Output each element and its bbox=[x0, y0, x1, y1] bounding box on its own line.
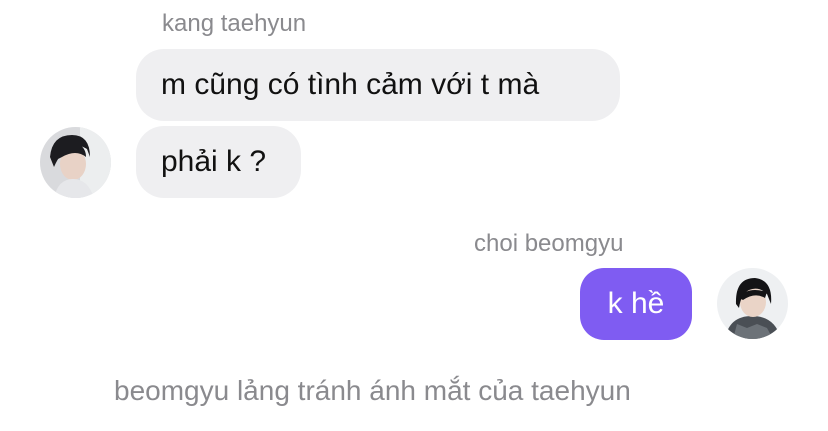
message-bubble-outgoing-1[interactable]: k hề bbox=[580, 268, 692, 340]
message-bubble-incoming-1[interactable]: m cũng có tình cảm với t mà bbox=[136, 49, 620, 121]
sender-name-beomgyu: choi beomgyu bbox=[474, 230, 624, 257]
profile-photo-icon bbox=[40, 127, 111, 198]
sender-name-taehyun: kang taehyun bbox=[162, 10, 307, 37]
message-bubble-incoming-2[interactable]: phải k ? bbox=[136, 126, 301, 198]
profile-photo-icon bbox=[717, 268, 788, 339]
avatar-taehyun[interactable] bbox=[40, 127, 111, 198]
avatar-beomgyu[interactable] bbox=[717, 268, 788, 339]
narration-text: beomgyu lảng tránh ánh mắt của taehyun bbox=[114, 375, 631, 406]
